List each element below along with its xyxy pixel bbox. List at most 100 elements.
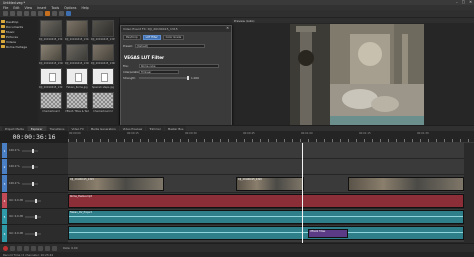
video-clip[interactable]: DJI_20190415_1320	[236, 177, 304, 191]
track-header[interactable]: 5 Vol: 0.0 dB	[0, 209, 68, 225]
track-lane[interactable]	[68, 159, 474, 175]
track-header[interactable]: 6 Vol: 0.0 dB	[0, 225, 68, 243]
ruler-tick	[100, 139, 101, 142]
media-thumbnail[interactable]	[66, 92, 88, 109]
menu-file[interactable]: File	[3, 6, 8, 10]
fx-tab-color-grade[interactable]: Color Grade	[162, 35, 185, 40]
audio-clip[interactable]: Rome_theme.mp3	[68, 194, 464, 208]
track-header[interactable]: 1 100.0 %	[0, 143, 68, 159]
media-thumbnail[interactable]	[92, 92, 114, 109]
media-thumbnail[interactable]	[66, 68, 88, 85]
media-thumbnail[interactable]	[66, 44, 88, 61]
go-to-end-icon[interactable]	[52, 245, 57, 251]
ruler-tick	[252, 139, 253, 142]
media-thumbnail[interactable]	[40, 68, 62, 85]
track-level: 100.0 %	[9, 165, 20, 168]
level-slider[interactable]	[21, 181, 38, 186]
timecode-display: 00:00:36:16	[0, 131, 68, 143]
track-lane[interactable]: Fabian_DV_Project	[68, 209, 474, 225]
close-button[interactable]: ✕	[469, 0, 472, 4]
volume-slider[interactable]	[24, 231, 41, 236]
media-thumbnail[interactable]	[66, 20, 88, 37]
menu-edit[interactable]: Edit	[13, 6, 19, 10]
ruler-tick	[196, 139, 197, 142]
track-header[interactable]: 2 100.0 %	[0, 159, 68, 175]
play-from-start-icon[interactable]	[17, 245, 22, 251]
preset-dropdown[interactable]: (Default)	[134, 44, 205, 48]
paste-icon[interactable]	[59, 11, 64, 16]
play-icon[interactable]	[24, 245, 29, 251]
slider-handle[interactable]	[187, 76, 189, 80]
volume-slider[interactable]	[24, 198, 41, 203]
title-clip[interactable]: VEGAS Titles	[308, 229, 348, 238]
redo-icon[interactable]	[38, 11, 43, 16]
track-lane[interactable]: VEGAS Titles	[68, 225, 474, 243]
track-header[interactable]: 4 Vol: 0.0 dB	[0, 193, 68, 209]
ruler-tick	[284, 139, 285, 142]
ruler-tick	[236, 139, 237, 142]
minimize-button[interactable]: –	[456, 0, 458, 4]
video-preview-panel: Preview (Auto) Project: 1920x1080x32, 29…	[232, 18, 474, 143]
menu-tools[interactable]: Tools	[51, 6, 59, 10]
track-header[interactable]: 3 100.0 %	[0, 175, 68, 193]
audio-clip[interactable]: Fabian_DV_Project	[68, 210, 464, 224]
copy-icon[interactable]	[52, 11, 57, 16]
menu-view[interactable]: View	[25, 6, 33, 10]
interpolation-dropdown[interactable]: Trilinear	[139, 70, 179, 74]
dialog-close-icon[interactable]: ✕	[226, 26, 229, 30]
ruler-tick	[388, 139, 389, 142]
video-clip[interactable]: DJI_20190415_1315	[68, 177, 164, 191]
undo-icon[interactable]	[31, 11, 36, 16]
strength-value: 1.000	[191, 76, 200, 80]
timeline-ruler[interactable]: 00:00:00 00:00:15 00:00:30 00:00:45 00:01:00…	[68, 131, 474, 143]
playhead[interactable]	[302, 143, 303, 243]
dialog-title: Video Event FX: DJI_20190415_1315	[121, 26, 231, 32]
open-icon[interactable]	[10, 11, 15, 16]
folder-tree: Desktop Documents Music Pictures Videos …	[0, 18, 38, 125]
save-icon[interactable]	[17, 11, 22, 16]
loop-icon[interactable]	[10, 245, 15, 251]
ruler-label: 00:01:15	[359, 132, 371, 135]
record-icon[interactable]	[3, 245, 8, 251]
media-thumbnail[interactable]	[40, 44, 62, 61]
maximize-button[interactable]: □	[462, 0, 465, 4]
new-project-icon[interactable]	[3, 11, 8, 16]
pause-icon[interactable]	[31, 245, 36, 251]
ruler-tick	[324, 139, 325, 142]
ruler-tick	[420, 139, 421, 142]
snap-icon[interactable]	[66, 11, 71, 16]
level-slider[interactable]	[21, 164, 38, 169]
track-lane[interactable]: DJI_20190415_1315 DJI_20190415_1320	[68, 175, 474, 193]
fx-tab-lut-filter[interactable]: LUT Filter	[142, 35, 161, 40]
timeline-scrollbar[interactable]	[464, 143, 474, 243]
thumbnail-label: VEGAS Titles & Text	[65, 110, 89, 113]
track-lane[interactable]: Rome_theme.mp3	[68, 193, 474, 209]
media-thumbnail[interactable]	[92, 44, 114, 61]
stop-icon[interactable]	[38, 245, 43, 251]
media-thumbnail[interactable]	[40, 92, 62, 109]
audio-clip[interactable]	[68, 226, 464, 240]
video-clip[interactable]	[348, 177, 464, 191]
media-thumbnail[interactable]	[92, 20, 114, 37]
menu-help[interactable]: Help	[81, 6, 88, 10]
media-thumbnail[interactable]	[40, 20, 62, 37]
render-icon[interactable]	[24, 11, 29, 16]
thumbnail-label: Checkerboard 2	[93, 110, 113, 113]
track-level: Vol: 0.0 dB	[9, 199, 23, 202]
track-lane[interactable]	[68, 143, 474, 159]
level-slider[interactable]	[21, 148, 38, 153]
go-to-start-icon[interactable]	[45, 245, 50, 251]
tree-item[interactable]: Rome footage	[1, 44, 37, 49]
fx-tab-pan-crop[interactable]: Pan/Crop	[123, 35, 141, 40]
strength-slider[interactable]	[139, 76, 189, 80]
menu-insert[interactable]: Insert	[37, 6, 46, 10]
media-thumbnail[interactable]	[92, 68, 114, 85]
menu-options[interactable]: Options	[64, 6, 76, 10]
volume-slider[interactable]	[24, 214, 41, 219]
ruler-tick	[180, 139, 181, 142]
cut-icon[interactable]	[45, 11, 50, 16]
ruler-tick	[164, 139, 165, 142]
ruler-label: 00:01:00	[301, 132, 313, 135]
track-number: 3	[2, 175, 7, 192]
lut-file-field[interactable]: Rome.cube	[139, 64, 219, 68]
